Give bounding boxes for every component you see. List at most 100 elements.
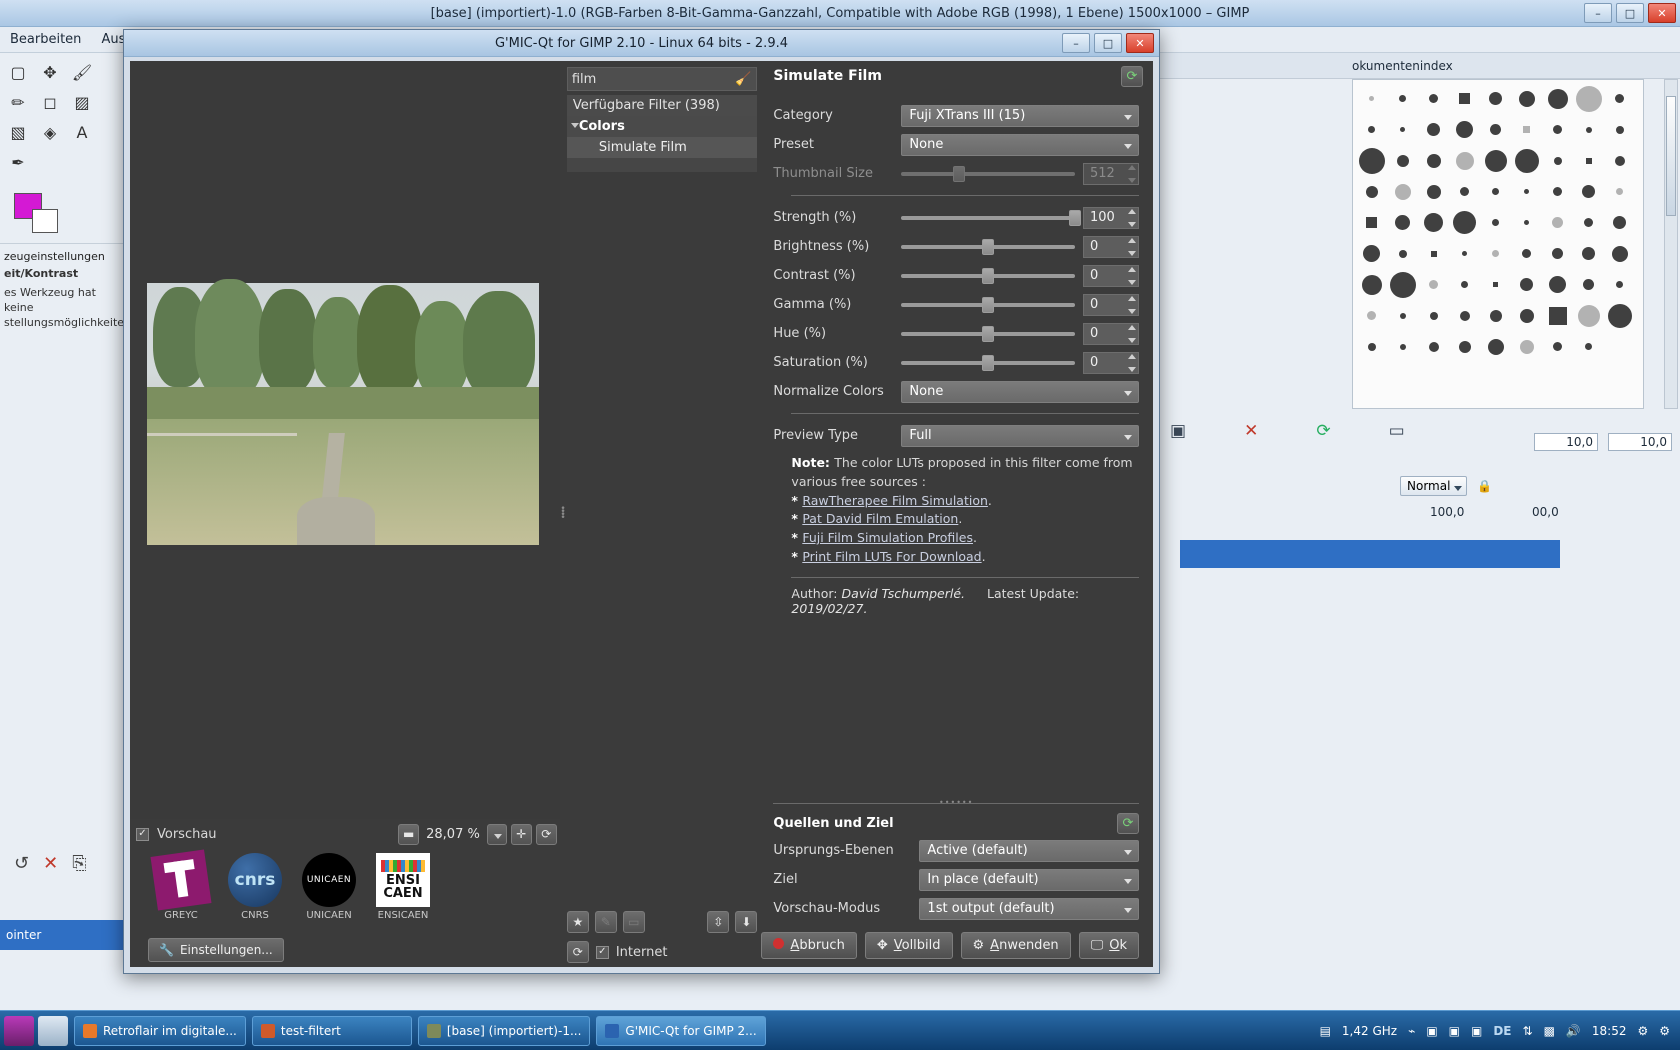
brush-item[interactable] [1449,176,1480,207]
brush-size-field[interactable]: 10,0 [1608,433,1672,451]
spinner-arrows[interactable] [1128,324,1136,343]
sources-select-ziel[interactable]: In place (default) [919,868,1139,891]
brush-item[interactable] [1573,83,1604,114]
brush-item[interactable] [1542,238,1573,269]
slider-track[interactable] [901,238,1075,255]
filter-category-colors[interactable]: Colors [566,116,758,137]
brush-item[interactable] [1573,145,1604,176]
reset-icon[interactable]: ⎘ [72,853,86,874]
monitor-icon[interactable]: ▩ [1544,1024,1555,1038]
param-select-normalize-colors[interactable]: None [901,380,1139,403]
note-link-2[interactable]: Pat David Film Emulation [802,511,958,526]
brush-item[interactable] [1387,269,1418,300]
brush-item[interactable] [1604,207,1635,238]
param-value-thumbnail-size[interactable]: 512 [1083,162,1139,185]
open-icon[interactable]: ▭ [1389,421,1405,441]
slider-knob[interactable] [982,296,995,313]
volume-icon[interactable]: 🔊 [1566,1024,1581,1038]
undo-icon[interactable]: ↺ [14,853,29,874]
brush-item[interactable] [1418,207,1449,238]
expand-collapse-icon[interactable]: ⇳ [707,911,730,933]
ok-button[interactable]: 🖵 Ok [1078,931,1139,959]
brush-item[interactable] [1573,300,1604,331]
foreground-background-colors[interactable] [14,193,60,233]
brush-item[interactable] [1511,269,1542,300]
brush-item[interactable] [1604,300,1635,331]
brush-item[interactable] [1449,83,1480,114]
disk-icon-3[interactable]: ▣ [1471,1024,1482,1038]
sources-select-vorschau-modus[interactable]: 1st output (default) [919,897,1139,920]
brush-item[interactable] [1480,269,1511,300]
brush-item[interactable] [1573,331,1604,362]
brush-item[interactable] [1542,114,1573,145]
pencil-icon[interactable]: ✏ [2,87,34,117]
brush-item[interactable] [1387,300,1418,331]
gmic-minimize-button[interactable]: – [1062,33,1090,53]
param-value-brightness[interactable]: 0 [1083,235,1139,258]
brush-item[interactable] [1604,238,1635,269]
brush-item[interactable] [1387,238,1418,269]
settings-button[interactable]: 🔧 Einstellungen... [148,938,284,962]
param-value-gamma[interactable]: 0 [1083,293,1139,316]
brush-item[interactable] [1418,269,1449,300]
layer-row-selected[interactable] [1180,540,1560,568]
rect-select-icon[interactable]: ▢ [2,57,34,87]
slider-knob[interactable] [982,238,995,255]
fit-icon[interactable]: ✛ [510,823,532,845]
usb-icon[interactable]: ⌁ [1408,1024,1415,1038]
launcher-icon-1[interactable] [4,1015,34,1046]
remove-fave-icon[interactable]: ▭ [622,911,645,933]
slider-track[interactable] [901,209,1081,226]
brush-item[interactable] [1449,331,1480,362]
brush-item[interactable] [1449,238,1480,269]
brush-item[interactable] [1511,300,1542,331]
param-value-strength[interactable]: 100 [1083,206,1139,229]
brush-item[interactable] [1418,145,1449,176]
brush-item[interactable] [1604,145,1635,176]
free-select-icon[interactable]: ✥ [34,57,66,87]
brush-item[interactable] [1356,207,1387,238]
slider-knob[interactable] [982,325,995,342]
brush-item[interactable] [1449,114,1480,145]
text-icon[interactable]: A [66,117,98,147]
filter-item-simulate-film[interactable]: Simulate Film [566,137,758,158]
logo-ensicaen[interactable]: ENSI CAEN ENSICAEN [374,853,432,921]
brush-item[interactable] [1387,145,1418,176]
disk-icon-2[interactable]: ▣ [1449,1024,1460,1038]
brush-item[interactable] [1356,269,1387,300]
slider-track[interactable] [901,165,1075,182]
preview-canvas[interactable] [130,61,563,819]
brush-item[interactable] [1542,176,1573,207]
brush-item[interactable] [1573,238,1604,269]
brush-item[interactable] [1542,331,1573,362]
reset-icon[interactable]: ⟳ [535,823,557,845]
brush-item[interactable] [1480,207,1511,238]
brush-item[interactable] [1356,176,1387,207]
edit-fave-icon[interactable]: ✎ [594,911,617,933]
brush-item[interactable] [1356,331,1387,362]
brush-item[interactable] [1511,145,1542,176]
refresh-icon[interactable]: ⟳ [566,941,589,963]
brush-item[interactable] [1418,238,1449,269]
brush-item[interactable] [1604,83,1635,114]
param-select-preset[interactable]: None [901,133,1139,156]
paintbrush-icon[interactable]: 🖌 [66,57,98,87]
taskbar-item[interactable]: [base] (importiert)-1... [417,1015,591,1046]
brush-item[interactable] [1449,269,1480,300]
spinner-arrows[interactable] [1128,208,1136,227]
menu-bearbeiten[interactable]: Bearbeiten [10,32,81,47]
path-icon[interactable]: ✒ [2,147,34,177]
slider-knob[interactable] [952,165,965,182]
brush-item[interactable] [1480,145,1511,176]
brush-item[interactable] [1418,114,1449,145]
broom-icon[interactable]: 🧹 [735,72,751,87]
brush-item[interactable] [1418,83,1449,114]
brush-item[interactable] [1356,145,1387,176]
gimp-close-button[interactable]: ✕ [1648,3,1676,23]
taskbar-item[interactable]: G'MIC-Qt for GIMP 2... [596,1015,766,1046]
brush-item[interactable] [1356,114,1387,145]
filter-list[interactable]: Verfügbare Filter (398) Colors Simulate … [566,95,758,905]
param-slider-saturation[interactable] [901,352,1083,374]
internet-checkbox[interactable]: ✓ [595,945,609,959]
brush-item[interactable] [1356,300,1387,331]
